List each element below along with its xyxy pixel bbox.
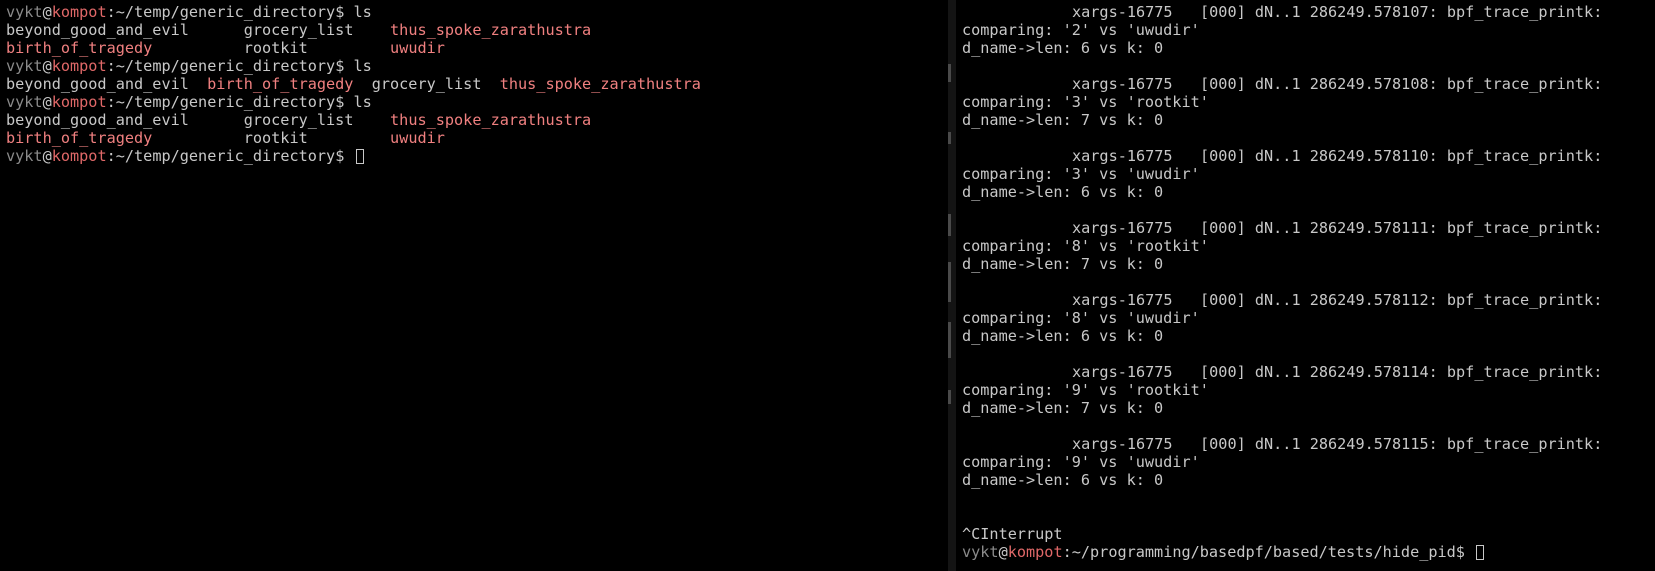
- trace-header-line: xargs-16775 [000] dN..1 286249.578112: b…: [1072, 291, 1603, 309]
- prompt-path: :~/temp/generic_directory$: [106, 57, 354, 75]
- file-entry: rootkit: [243, 39, 308, 57]
- file-entry: beyond_good_and_evil: [6, 111, 189, 129]
- prompt-line: vykt@kompot:~/temp/generic_directory$ ls: [6, 57, 701, 75]
- prompt-at: @: [42, 3, 52, 21]
- ls-output-line: beyond_good_and_evil grocery_list thus_spo…: [6, 111, 701, 129]
- prompt-line: vykt@kompot:~/temp/generic_directory$ ls: [6, 3, 701, 21]
- output-line: d_name->len: 6 vs k: 0: [962, 327, 1164, 345]
- prompt-host: kompot: [51, 57, 107, 75]
- file-entry: beyond_good_and_evil: [6, 75, 189, 93]
- executable-entry: thus_spoke_zarathustra: [499, 75, 701, 93]
- output-line: ^CInterrupt: [962, 525, 1063, 543]
- output-line: comparing: '8' vs 'rootkit': [962, 237, 1209, 255]
- prompt-path: :~/temp/generic_directory$: [106, 93, 354, 111]
- ls-output-line: beyond_good_and_evil grocery_list thus_spo…: [6, 21, 701, 39]
- prompt-host: kompot: [51, 147, 107, 165]
- prompt-user: vykt: [962, 543, 999, 561]
- left-terminal-pane[interactable]: vykt@kompot:~/temp/generic_directory$ ls…: [0, 0, 948, 571]
- trace-header-line: xargs-16775 [000] dN..1 286249.578107: b…: [1072, 3, 1603, 21]
- output-line: comparing: '3' vs 'rootkit': [962, 93, 1209, 111]
- cursor-block: [1476, 545, 1485, 560]
- right-terminal-pane[interactable]: xargs-16775 [000] dN..1 286249.578107: b…: [956, 0, 1655, 571]
- prompt-path: :~/programming/basedpf/based/tests/hide_…: [1062, 543, 1475, 561]
- executable-entry: birth_of_tragedy: [207, 75, 354, 93]
- prompt-host: kompot: [1007, 543, 1063, 561]
- output-line: d_name->len: 7 vs k: 0: [962, 111, 1164, 129]
- ls-output-line: birth_of_tragedy rootkit uwudir: [6, 39, 701, 57]
- prompt-line: vykt@kompot:~/temp/generic_directory$ ls: [6, 93, 701, 111]
- ls-output-line: birth_of_tragedy rootkit uwudir: [6, 129, 701, 147]
- trace-header-line: xargs-16775 [000] dN..1 286249.578115: b…: [1072, 435, 1603, 453]
- trace-header-line: xargs-16775 [000] dN..1 286249.578114: b…: [1072, 363, 1603, 381]
- right-terminal-output: xargs-16775 [000] dN..1 286249.578107: b…: [962, 3, 1602, 561]
- output-line: d_name->len: 7 vs k: 0: [962, 255, 1164, 273]
- executable-entry: birth_of_tragedy: [6, 39, 153, 57]
- executable-entry: thus_spoke_zarathustra: [390, 21, 592, 39]
- file-entry: grocery_list: [243, 21, 354, 39]
- output-line: d_name->len: 6 vs k: 0: [962, 471, 1164, 489]
- file-entry: grocery_list: [371, 75, 482, 93]
- left-terminal-output: vykt@kompot:~/temp/generic_directory$ ls…: [6, 3, 701, 165]
- output-line: comparing: '9' vs 'uwudir': [962, 453, 1200, 471]
- trace-header-line: xargs-16775 [000] dN..1 286249.578108: b…: [1072, 75, 1603, 93]
- prompt-line: vykt@kompot:~/temp/generic_directory$: [6, 147, 701, 165]
- command-text: ls: [353, 93, 372, 111]
- file-entry: rootkit: [243, 129, 308, 147]
- prompt-at: @: [998, 543, 1008, 561]
- output-line: d_name->len: 6 vs k: 0: [962, 39, 1164, 57]
- executable-entry: uwudir: [390, 39, 445, 57]
- command-text: ls: [353, 57, 372, 75]
- prompt-at: @: [42, 147, 52, 165]
- command-text: ls: [353, 3, 372, 21]
- executable-entry: thus_spoke_zarathustra: [390, 111, 592, 129]
- file-entry: grocery_list: [243, 111, 354, 129]
- output-line: d_name->len: 6 vs k: 0: [962, 183, 1164, 201]
- prompt-user: vykt: [6, 57, 43, 75]
- prompt-user: vykt: [6, 147, 43, 165]
- prompt-path: :~/temp/generic_directory$: [106, 3, 354, 21]
- prompt-user: vykt: [6, 3, 43, 21]
- prompt-host: kompot: [51, 3, 107, 21]
- output-line: d_name->len: 7 vs k: 0: [962, 399, 1164, 417]
- prompt-host: kompot: [51, 93, 107, 111]
- pane-divider[interactable]: [948, 0, 956, 571]
- ls-output-line: beyond_good_and_evil birth_of_tragedy groc…: [6, 75, 701, 93]
- trace-header-line: xargs-16775 [000] dN..1 286249.578110: b…: [1072, 147, 1603, 165]
- prompt-user: vykt: [6, 93, 43, 111]
- output-line: comparing: '9' vs 'rootkit': [962, 381, 1209, 399]
- prompt-at: @: [42, 93, 52, 111]
- executable-entry: birth_of_tragedy: [6, 129, 153, 147]
- trace-header-line: xargs-16775 [000] dN..1 286249.578111: b…: [1072, 219, 1603, 237]
- file-entry: beyond_good_and_evil: [6, 21, 189, 39]
- cursor-block: [355, 149, 364, 164]
- prompt-line: vykt@kompot:~/programming/basedpf/based/…: [962, 543, 1602, 561]
- executable-entry: uwudir: [390, 129, 445, 147]
- prompt-at: @: [42, 57, 52, 75]
- prompt-path: :~/temp/generic_directory$: [106, 147, 354, 165]
- output-line: comparing: '2' vs 'uwudir': [962, 21, 1200, 39]
- output-line: comparing: '8' vs 'uwudir': [962, 309, 1200, 327]
- output-line: comparing: '3' vs 'uwudir': [962, 165, 1200, 183]
